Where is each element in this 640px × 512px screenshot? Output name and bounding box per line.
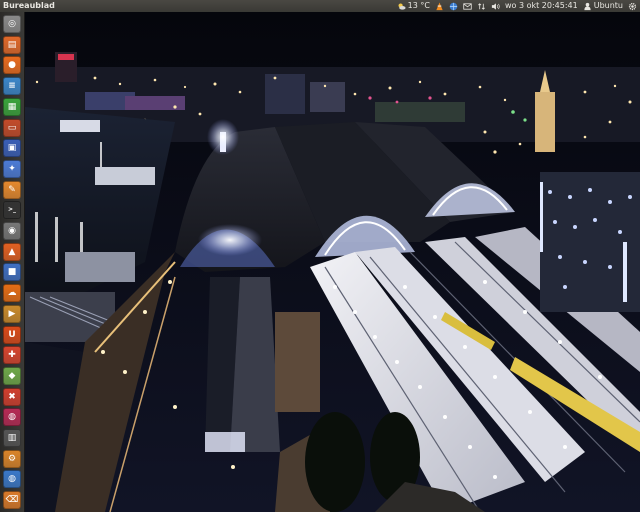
launcher-item-terminal[interactable]: >_ — [3, 201, 21, 220]
user-indicator[interactable]: Ubuntu — [583, 0, 623, 12]
launcher-item-trash[interactable]: ⌫ — [3, 491, 21, 510]
right-building — [540, 172, 640, 312]
launcher-item-green-app[interactable]: ◆ — [3, 366, 21, 385]
desktop-wallpaper — [25, 12, 640, 512]
volume-speaker-icon — [491, 2, 500, 10]
network-globe-icon — [449, 2, 458, 10]
launcher-item-ubuntu-one[interactable]: ☁ — [3, 284, 21, 303]
launcher-item-settings-app[interactable]: ⚙ — [3, 449, 21, 468]
camera-icon: ◉ — [8, 226, 16, 236]
launcher-item-text-editor[interactable]: ✎ — [3, 180, 21, 199]
user-name: Ubuntu — [593, 1, 623, 10]
impress-presentation-icon: ▭ — [7, 122, 17, 133]
top-panel: Bureaublad 13 °C wo 3 okt 20:45:41 Ubunt… — [0, 0, 640, 12]
launcher-item-package-box[interactable]: ■ — [3, 263, 21, 282]
launcher-item-tool-app[interactable]: ✚ — [3, 346, 21, 365]
launcher-item-firefox[interactable]: ● — [3, 56, 21, 75]
launcher-item-software-center[interactable]: ▲ — [3, 242, 21, 261]
settings-gear-icon — [628, 2, 637, 10]
launcher-item-writer-document[interactable]: ≡ — [3, 77, 21, 96]
tool-app-icon: ✚ — [8, 350, 16, 361]
launcher-item-wrench-app[interactable]: ✖ — [3, 387, 21, 406]
launcher-item-camera[interactable]: ◉ — [3, 222, 21, 240]
mail-envelope-icon — [463, 2, 472, 10]
launcher: ◎ ▤ ● ≡ ▦ ▭ ▣ ✦ ✎ >_ ◉ ▲ ■ ☁ ▶ U ✚ ◆ ✖ ◍ ▥ ⚙ ◍ ⌫ — [0, 12, 25, 512]
clock[interactable]: wo 3 okt 20:45:41 — [505, 0, 578, 12]
launcher-item-monitor-app[interactable]: ▣ — [3, 139, 21, 158]
trash-icon: ⌫ — [5, 495, 19, 506]
writer-document-icon: ≡ — [8, 81, 16, 92]
green-app-icon: ◆ — [8, 370, 16, 381]
weather-icon — [398, 3, 406, 10]
launcher-item-system-monitor[interactable]: ▥ — [3, 429, 21, 447]
launcher-item-network-app[interactable]: ◍ — [3, 470, 21, 489]
files-folder-icon: ▤ — [7, 39, 17, 50]
software-center-icon: ▲ — [8, 246, 16, 257]
launcher-item-pink-app[interactable]: ◍ — [3, 408, 21, 427]
vlc-indicator[interactable] — [435, 1, 444, 11]
network-indicator[interactable] — [449, 2, 458, 11]
app-title: Bureaublad — [3, 1, 55, 10]
ubuntu-one-icon: ☁ — [7, 288, 17, 299]
wrench-app-icon: ✖ — [8, 391, 16, 402]
pink-app-icon: ◍ — [8, 412, 16, 423]
firefox-icon: ● — [8, 60, 16, 71]
indicator-area: 13 °C wo 3 okt 20:45:41 Ubuntu — [397, 0, 640, 12]
weather-label: 13 °C — [407, 1, 430, 10]
media-app-icon: ▶ — [8, 308, 16, 319]
launcher-item-dash-home[interactable]: ◎ — [3, 15, 21, 33]
user-icon — [584, 2, 591, 10]
session-indicator[interactable] — [628, 2, 637, 11]
launcher-item-media-app[interactable]: ▶ — [3, 304, 21, 323]
settings-app-icon: ⚙ — [7, 453, 17, 464]
text-editor-icon: ✎ — [8, 184, 16, 195]
wallpaper-photo — [25, 12, 640, 512]
transfer-indicator[interactable] — [477, 2, 486, 11]
launcher-item-impress-presentation[interactable]: ▭ — [3, 118, 21, 137]
launcher-item-pidgin-chat[interactable]: ✦ — [3, 159, 21, 178]
monitor-app-icon: ▣ — [7, 143, 17, 154]
weather-indicator[interactable]: 13 °C — [397, 0, 430, 12]
volume-indicator[interactable] — [491, 2, 500, 11]
package-box-icon: ■ — [7, 267, 17, 278]
pidgin-chat-icon: ✦ — [8, 163, 16, 174]
mail-indicator[interactable] — [463, 2, 472, 11]
dash-home-icon: ◎ — [8, 19, 16, 29]
calc-spreadsheet-icon: ▦ — [7, 101, 17, 112]
launcher-item-files-folder[interactable]: ▤ — [3, 35, 21, 54]
transfer-arrows-icon — [478, 2, 485, 10]
launcher-item-calc-spreadsheet[interactable]: ▦ — [3, 97, 21, 116]
vlc-cone-icon — [436, 1, 443, 10]
ubuntu-logo-icon: U — [8, 329, 16, 340]
launcher-item-ubuntu-logo[interactable]: U — [3, 325, 21, 344]
network-app-icon: ◍ — [8, 474, 16, 485]
system-monitor-icon: ▥ — [7, 433, 17, 443]
terminal-icon: >_ — [7, 206, 17, 214]
